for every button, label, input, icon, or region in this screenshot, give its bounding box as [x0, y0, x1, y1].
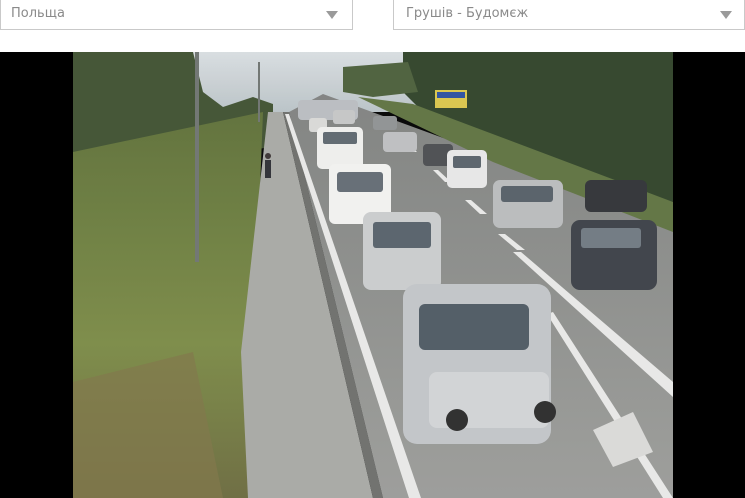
chevron-down-icon — [720, 11, 732, 19]
border-camera-image — [73, 52, 673, 498]
crossing-select[interactable]: Грушів - Будомєж — [393, 0, 745, 30]
country-select[interactable]: Польща — [0, 0, 353, 30]
page: Польща Грушів - Будомєж — [0, 0, 745, 498]
crossing-select-value: Грушів - Будомєж — [406, 6, 529, 21]
country-select-value: Польща — [11, 6, 65, 21]
chevron-down-icon — [326, 11, 338, 19]
webcam-video-frame[interactable] — [0, 52, 745, 498]
